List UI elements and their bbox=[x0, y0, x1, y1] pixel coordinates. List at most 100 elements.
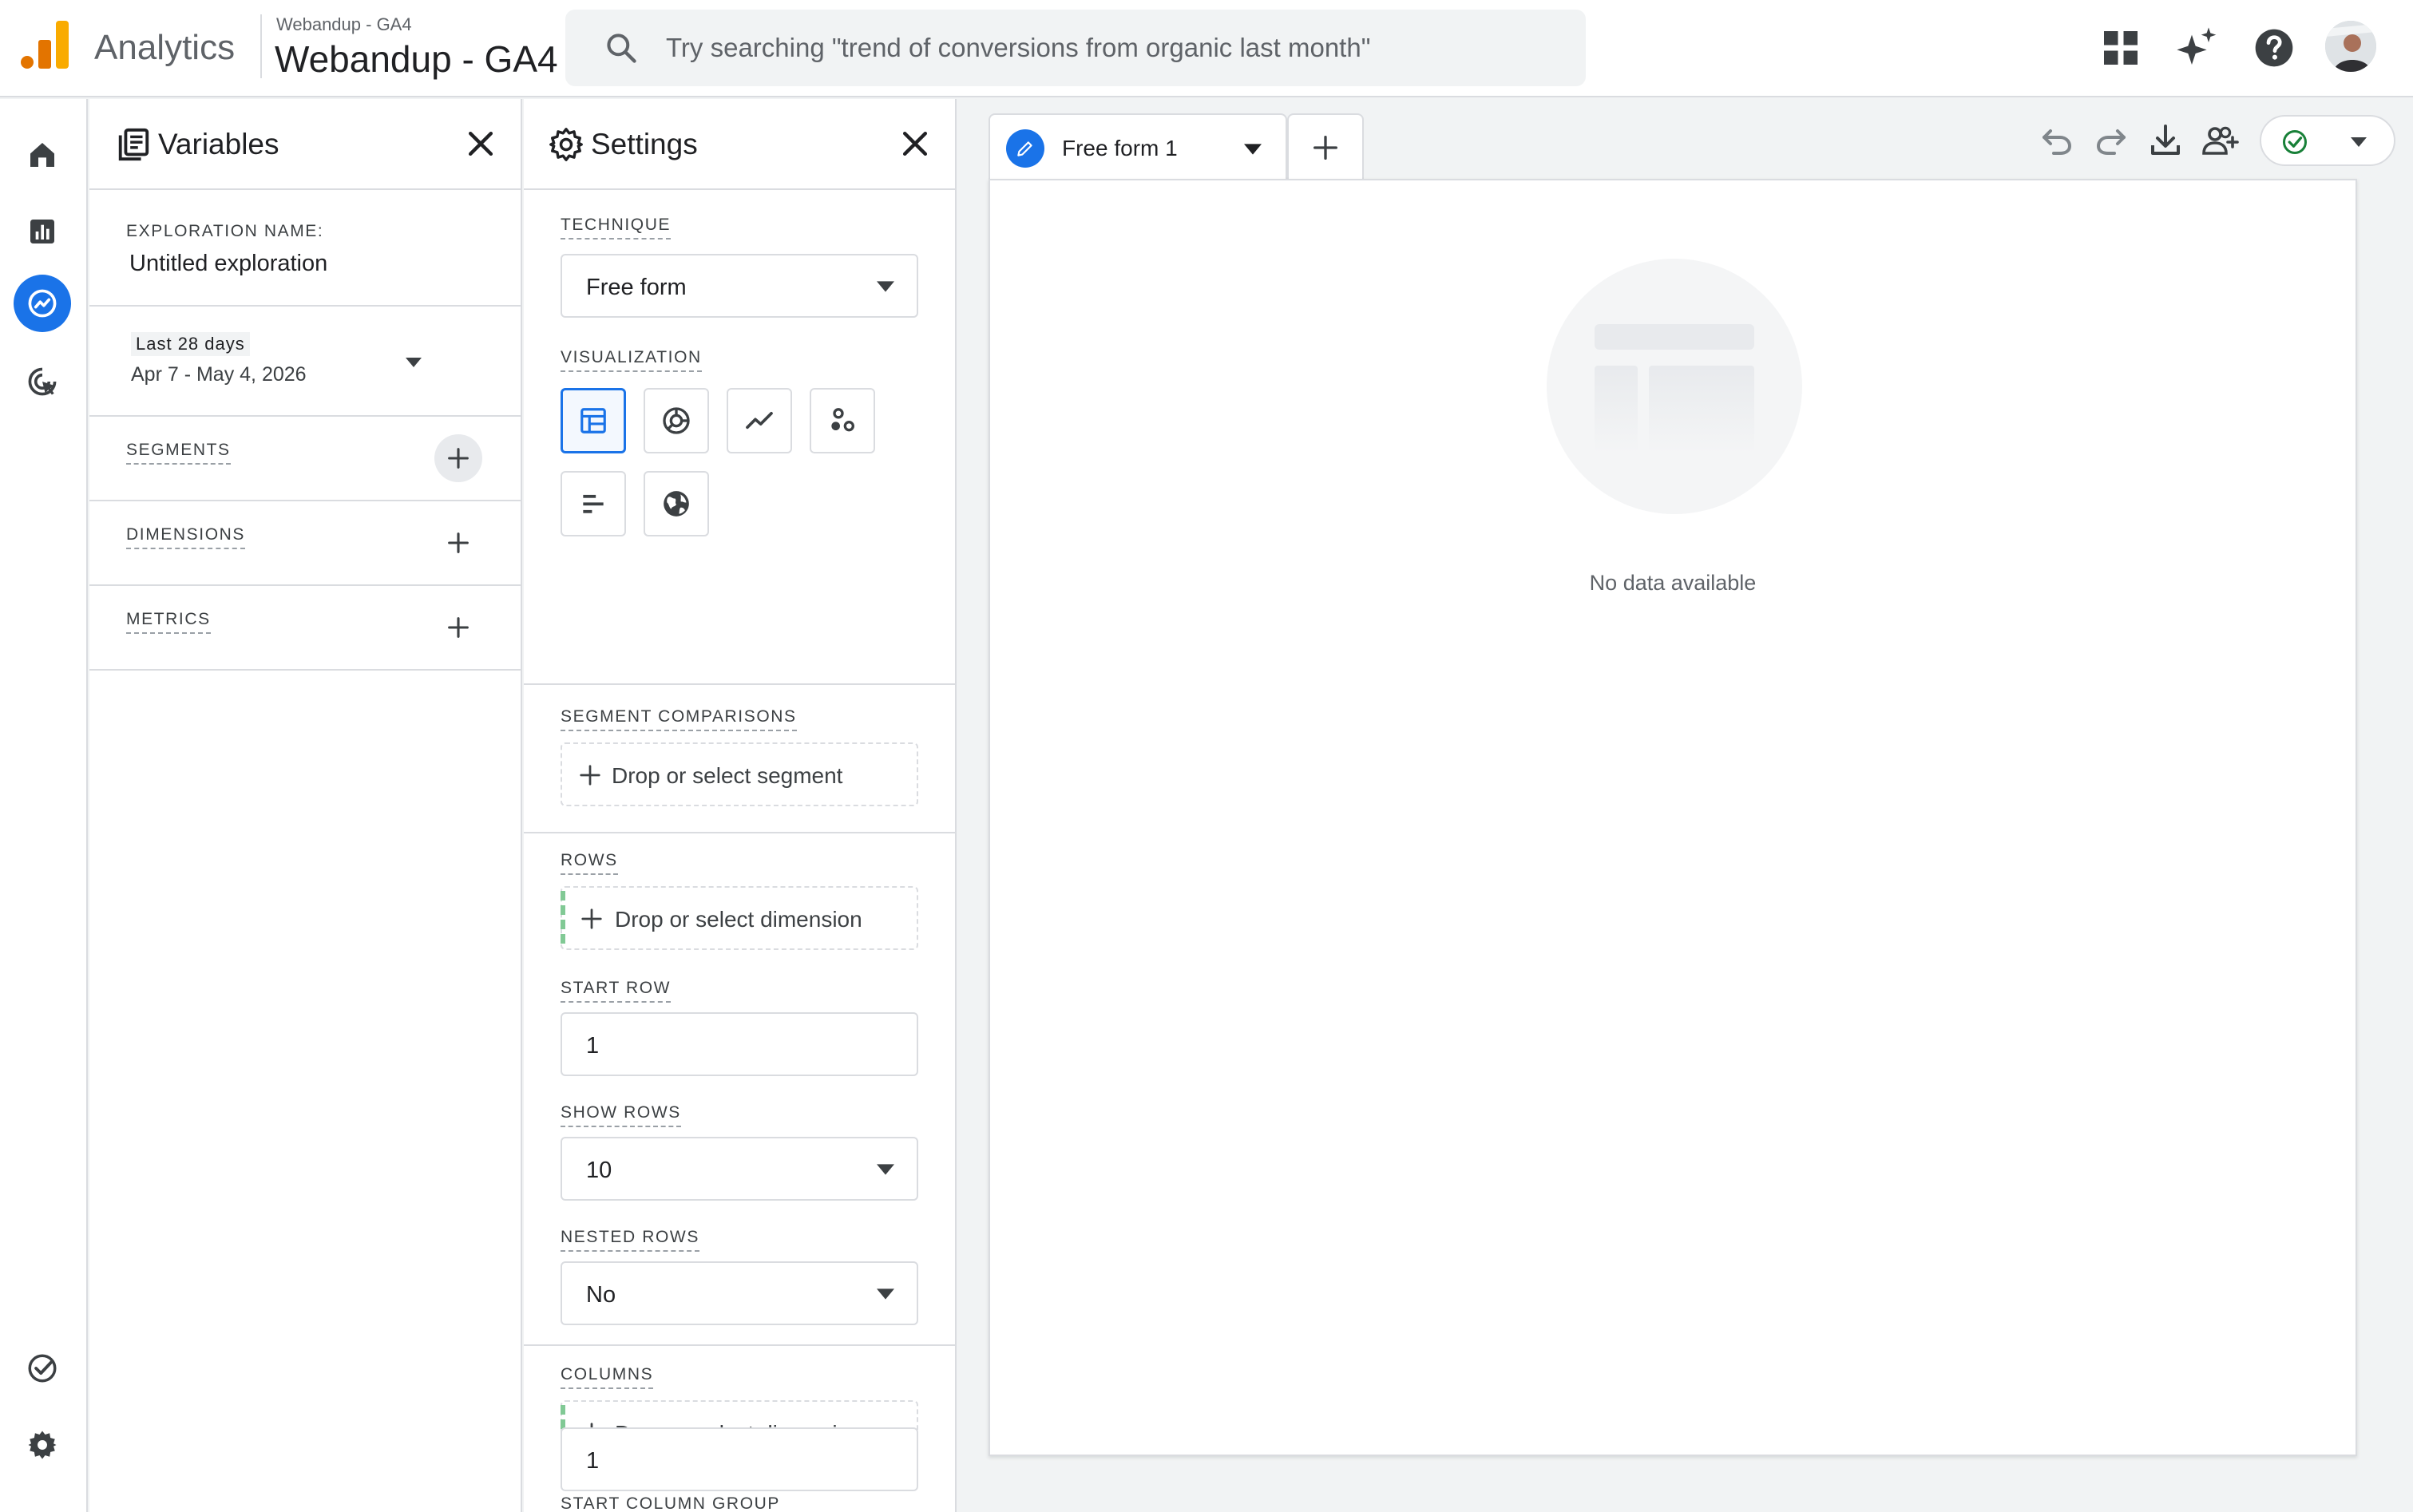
nested-rows-select[interactable]: No bbox=[561, 1261, 918, 1325]
add-segment-button[interactable] bbox=[434, 434, 482, 482]
close-variables-icon[interactable] bbox=[463, 126, 498, 161]
plus-icon bbox=[580, 765, 600, 786]
start-column-group-label: START COLUMN GROUP bbox=[561, 1493, 780, 1512]
settings-header: Settings bbox=[524, 99, 955, 190]
show-rows-value: 10 bbox=[586, 1158, 612, 1183]
segment-comparisons-label: SEGMENT COMPARISONS bbox=[561, 706, 797, 731]
add-dimension-button[interactable] bbox=[434, 519, 482, 567]
rail-reports[interactable] bbox=[14, 203, 71, 260]
status-check-icon bbox=[2283, 130, 2307, 154]
empty-table-icon bbox=[1595, 324, 1754, 453]
rows-drop-text: Drop or select dimension bbox=[615, 907, 862, 932]
columns-label: COLUMNS bbox=[561, 1364, 654, 1389]
account-property-label[interactable]: Webandup - GA4 bbox=[276, 13, 412, 37]
header-divider bbox=[260, 14, 262, 78]
tab-free-form-1[interactable]: Free form 1 bbox=[989, 113, 1287, 180]
start-column-group-value: 1 bbox=[586, 1448, 600, 1474]
rows-section: ROWS Drop or select dimension START ROW … bbox=[524, 833, 955, 1346]
visualization-label: VISUALIZATION bbox=[561, 346, 702, 372]
avatar-photo-icon bbox=[2325, 21, 2376, 72]
add-metric-button[interactable] bbox=[434, 604, 482, 651]
start-row-input[interactable]: 1 bbox=[561, 1012, 918, 1076]
rail-admin-settings[interactable] bbox=[14, 1416, 71, 1474]
redo-icon[interactable] bbox=[2092, 121, 2130, 160]
search-input[interactable] bbox=[666, 26, 1544, 70]
status-menu-button[interactable] bbox=[2260, 115, 2395, 166]
settings-gear-icon bbox=[549, 128, 583, 161]
settings-gear-icon bbox=[28, 1431, 57, 1459]
home-icon bbox=[30, 143, 54, 167]
rows-label: ROWS bbox=[561, 849, 618, 875]
metrics-section: METRICS bbox=[89, 586, 521, 671]
date-range-section[interactable]: Last 28 days Apr 7 - May 4, 2026 bbox=[89, 307, 521, 417]
segment-drop-zone[interactable]: Drop or select segment bbox=[561, 742, 918, 806]
technique-label: TECHNIQUE bbox=[561, 214, 672, 239]
nested-rows-value: No bbox=[586, 1282, 616, 1308]
explore-icon bbox=[28, 289, 57, 318]
empty-state-message: No data available bbox=[1589, 571, 1757, 595]
start-column-group-input[interactable]: 1 bbox=[561, 1427, 918, 1491]
segment-comparisons-section: SEGMENT COMPARISONS Drop or select segme… bbox=[524, 685, 955, 833]
dimensions-section: DIMENSIONS bbox=[89, 501, 521, 586]
date-range-value: Apr 7 - May 4, 2026 bbox=[131, 363, 307, 386]
exploration-name-section: EXPLORATION NAME: Untitled exploration bbox=[89, 190, 521, 307]
chevron-down-icon bbox=[877, 1288, 894, 1300]
advertising-icon bbox=[28, 367, 57, 396]
table-icon bbox=[580, 408, 606, 433]
nav-rail bbox=[0, 99, 88, 1512]
metrics-label: METRICS bbox=[126, 608, 211, 634]
technique-select[interactable]: Free form bbox=[561, 254, 918, 318]
line-chart-icon bbox=[746, 412, 773, 429]
apps-grid-icon[interactable] bbox=[2098, 26, 2143, 70]
viz-donut-button[interactable] bbox=[644, 388, 709, 453]
add-tab-button[interactable] bbox=[1287, 113, 1364, 180]
geo-map-icon bbox=[664, 491, 689, 517]
search-icon bbox=[607, 34, 636, 63]
plus-icon bbox=[581, 908, 602, 929]
edit-tab-button[interactable] bbox=[1006, 129, 1044, 168]
chevron-down-icon[interactable] bbox=[406, 358, 422, 367]
dimensions-label: DIMENSIONS bbox=[126, 524, 246, 549]
nested-rows-label: NESTED ROWS bbox=[561, 1226, 699, 1252]
chevron-down-icon[interactable] bbox=[1244, 144, 1262, 155]
segment-drop-text: Drop or select segment bbox=[612, 763, 843, 788]
viz-geo-button[interactable] bbox=[644, 471, 709, 536]
segments-label: SEGMENTS bbox=[126, 439, 231, 465]
viz-table-button[interactable] bbox=[561, 388, 626, 453]
chevron-down-icon bbox=[877, 1164, 894, 1175]
app-name: Analytics bbox=[94, 28, 236, 67]
search-bar[interactable] bbox=[565, 10, 1586, 86]
settings-panel: Settings TECHNIQUE Free form VISUALIZATI… bbox=[524, 99, 957, 1512]
close-settings-icon[interactable] bbox=[897, 126, 933, 161]
account-property-picker[interactable]: Webandup - GA4 bbox=[275, 37, 558, 81]
technique-value: Free form bbox=[586, 275, 687, 300]
tab-label: Free form 1 bbox=[1062, 136, 1178, 160]
segments-section: SEGMENTS bbox=[89, 417, 521, 501]
share-users-icon[interactable] bbox=[2201, 121, 2239, 160]
rail-explore[interactable] bbox=[14, 275, 71, 332]
bar-chart-icon bbox=[583, 494, 604, 513]
viz-scatter-button[interactable] bbox=[810, 388, 875, 453]
download-icon[interactable] bbox=[2146, 121, 2185, 160]
help-icon[interactable] bbox=[2252, 26, 2296, 70]
viz-line-button[interactable] bbox=[727, 388, 792, 453]
sparkle-icon[interactable] bbox=[2175, 26, 2220, 70]
technique-section: TECHNIQUE Free form VISUALIZATION bbox=[524, 190, 955, 685]
rail-admin-check[interactable] bbox=[14, 1340, 71, 1397]
show-rows-select[interactable]: 10 bbox=[561, 1137, 918, 1201]
donut-chart-icon bbox=[663, 407, 690, 434]
settings-title: Settings bbox=[591, 128, 698, 160]
show-rows-label: SHOW ROWS bbox=[561, 1102, 681, 1127]
viz-bar-button[interactable] bbox=[561, 471, 626, 536]
rows-drop-zone[interactable]: Drop or select dimension bbox=[561, 886, 918, 950]
plus-icon bbox=[1313, 136, 1337, 160]
undo-icon[interactable] bbox=[2038, 121, 2076, 160]
rail-home[interactable] bbox=[14, 126, 71, 184]
date-range-chip: Last 28 days bbox=[131, 332, 250, 356]
exploration-name-field[interactable]: Untitled exploration bbox=[129, 249, 327, 278]
avatar[interactable] bbox=[2325, 21, 2376, 72]
analytics-logo-icon[interactable] bbox=[21, 21, 69, 70]
plus-icon bbox=[448, 617, 469, 638]
start-row-value: 1 bbox=[586, 1033, 600, 1059]
rail-advertising[interactable] bbox=[14, 353, 71, 410]
